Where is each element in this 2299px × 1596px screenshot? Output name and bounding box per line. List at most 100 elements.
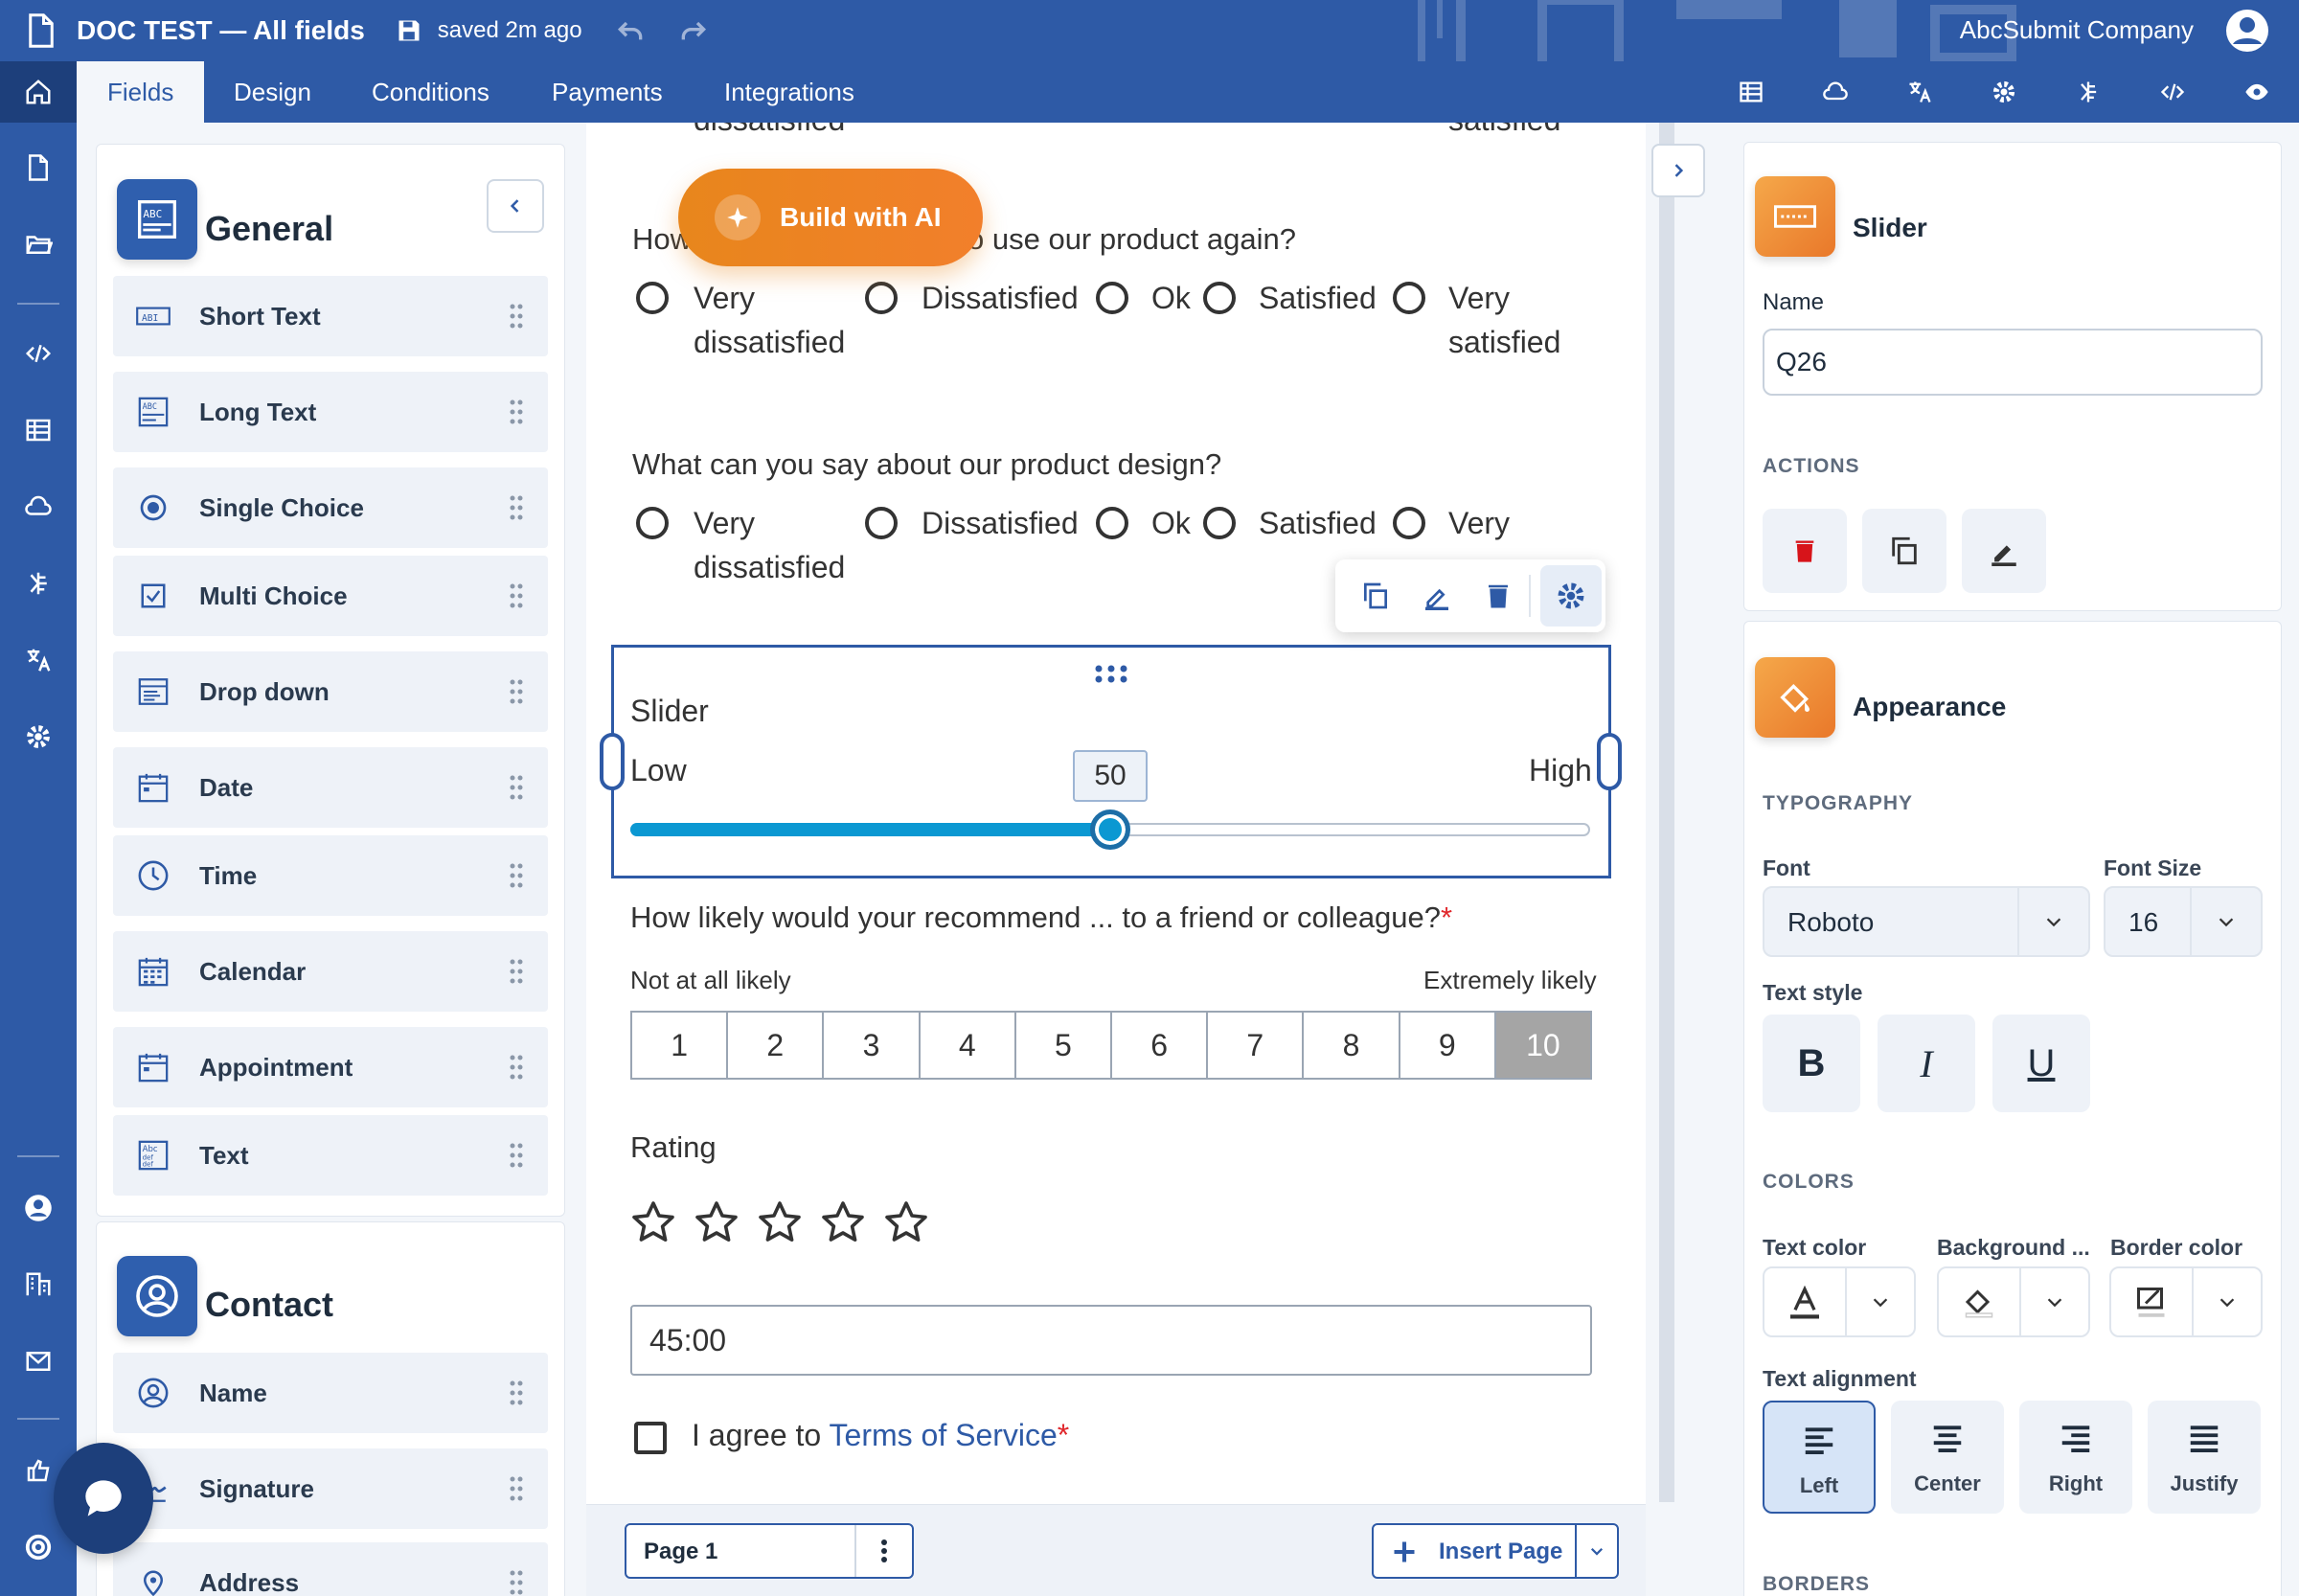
- field-item-text[interactable]: Abc def def Text: [113, 1115, 548, 1196]
- tab-integrations[interactable]: Integrations: [694, 61, 885, 123]
- chat-support-button[interactable]: [54, 1443, 153, 1554]
- field-item-time[interactable]: Time: [113, 835, 548, 916]
- form-title[interactable]: DOC TEST — All fields: [77, 15, 365, 46]
- drag-handle-icon[interactable]: [1094, 664, 1128, 685]
- nps-option-2[interactable]: 2: [728, 1013, 825, 1078]
- cloud-storage-icon[interactable]: [0, 483, 77, 531]
- canvas-scrollbar[interactable]: [1659, 123, 1674, 1502]
- field-item-calendar[interactable]: Calendar: [113, 931, 548, 1012]
- user-avatar-icon[interactable]: [2224, 8, 2270, 54]
- rating-star-4[interactable]: [820, 1199, 866, 1245]
- undo-icon[interactable]: [615, 15, 646, 46]
- underline-button[interactable]: U: [1992, 1015, 2090, 1112]
- drag-grip-icon[interactable]: [510, 1570, 523, 1595]
- rating-star-1[interactable]: [630, 1199, 676, 1245]
- align-justify-button[interactable]: Justify: [2148, 1401, 2261, 1514]
- organization-icon[interactable]: [0, 1261, 77, 1309]
- radio-q2-ok[interactable]: [1096, 507, 1128, 539]
- drag-grip-icon[interactable]: [510, 495, 523, 520]
- nps-option-1[interactable]: 1: [632, 1013, 729, 1078]
- field-item-multi-choice[interactable]: Multi Choice: [113, 556, 548, 636]
- italic-button[interactable]: I: [1878, 1015, 1975, 1112]
- collapse-panel-button[interactable]: [487, 179, 544, 233]
- language-icon[interactable]: [0, 636, 77, 684]
- slider-thumb[interactable]: [1090, 809, 1130, 850]
- field-item-name[interactable]: Name: [113, 1353, 548, 1433]
- nps-option-10[interactable]: 10: [1495, 1013, 1591, 1078]
- font-select[interactable]: Roboto: [1763, 886, 2090, 957]
- delete-icon[interactable]: [1468, 565, 1529, 627]
- flow-icon[interactable]: [2046, 61, 2130, 123]
- cloud-icon[interactable]: [1793, 61, 1878, 123]
- nps-option-8[interactable]: 8: [1304, 1013, 1400, 1078]
- radio-q1-dissatisfied[interactable]: [865, 282, 898, 314]
- expand-panel-button[interactable]: [1651, 144, 1705, 197]
- duplicate-element-button[interactable]: [1862, 509, 1946, 593]
- drag-grip-icon[interactable]: [510, 959, 523, 984]
- drag-grip-icon[interactable]: [510, 583, 523, 608]
- nps-option-7[interactable]: 7: [1208, 1013, 1305, 1078]
- resize-handle-right[interactable]: [1597, 733, 1622, 790]
- element-settings-icon[interactable]: [1540, 565, 1602, 627]
- home-button[interactable]: [0, 61, 77, 123]
- border-color-picker[interactable]: [2109, 1266, 2263, 1337]
- terms-link[interactable]: Terms of Service: [830, 1418, 1058, 1452]
- code-icon[interactable]: [0, 330, 77, 377]
- rating-star-3[interactable]: [757, 1199, 803, 1245]
- nps-option-3[interactable]: 3: [824, 1013, 921, 1078]
- field-item-single-choice[interactable]: Single Choice: [113, 467, 548, 548]
- radio-q1-satisfied[interactable]: [1203, 282, 1236, 314]
- bold-button[interactable]: B: [1763, 1015, 1860, 1112]
- nps-option-5[interactable]: 5: [1016, 1013, 1113, 1078]
- drag-grip-icon[interactable]: [510, 399, 523, 424]
- duplicate-icon[interactable]: [1345, 565, 1406, 627]
- align-center-button[interactable]: Center: [1891, 1401, 2004, 1514]
- radio-q2-very-dissatisfied[interactable]: [636, 507, 669, 539]
- tab-fields[interactable]: Fields: [77, 61, 205, 123]
- drag-grip-icon[interactable]: [510, 1380, 523, 1405]
- insert-page-button[interactable]: Insert Page: [1372, 1523, 1619, 1579]
- radio-q2-dissatisfied[interactable]: [865, 507, 898, 539]
- radio-q2-very[interactable]: [1393, 507, 1425, 539]
- mail-icon[interactable]: [0, 1337, 77, 1385]
- account-icon[interactable]: [0, 1184, 77, 1232]
- gear-icon[interactable]: [0, 713, 77, 761]
- terms-checkbox[interactable]: [634, 1422, 667, 1454]
- open-folder-icon[interactable]: [0, 220, 77, 268]
- font-size-select[interactable]: 16: [2104, 886, 2263, 957]
- field-item-drop-down[interactable]: Drop down: [113, 651, 548, 732]
- nps-option-6[interactable]: 6: [1112, 1013, 1209, 1078]
- background-color-picker[interactable]: [1937, 1266, 2090, 1337]
- drag-grip-icon[interactable]: [510, 863, 523, 888]
- align-right-button[interactable]: Right: [2019, 1401, 2132, 1514]
- embed-code-icon[interactable]: [2130, 61, 2215, 123]
- radio-q1-ok[interactable]: [1096, 282, 1128, 314]
- radio-q1-very-satisfied[interactable]: [1393, 282, 1425, 314]
- drag-grip-icon[interactable]: [510, 679, 523, 704]
- field-item-appointment[interactable]: Appointment: [113, 1027, 548, 1107]
- company-name[interactable]: AbcSubmit Company: [1960, 15, 2194, 45]
- flow-rail-icon[interactable]: [0, 559, 77, 607]
- field-item-date[interactable]: Date: [113, 747, 548, 828]
- align-left-button[interactable]: Left: [1763, 1401, 1876, 1514]
- page-menu-icon[interactable]: [854, 1525, 912, 1577]
- text-color-picker[interactable]: [1763, 1266, 1916, 1337]
- time-input[interactable]: 45:00: [630, 1305, 1592, 1376]
- drag-grip-icon[interactable]: [510, 304, 523, 329]
- rating-star-2[interactable]: [694, 1199, 740, 1245]
- edit-pen-icon[interactable]: [1406, 565, 1468, 627]
- field-item-long-text[interactable]: ABC Long Text: [113, 372, 548, 452]
- table-view-icon[interactable]: [1709, 61, 1793, 123]
- field-item-signature[interactable]: Signature: [113, 1448, 548, 1529]
- drag-grip-icon[interactable]: [510, 1055, 523, 1080]
- table-icon[interactable]: [0, 406, 77, 454]
- name-input[interactable]: Q26: [1763, 329, 2263, 396]
- page-tab[interactable]: Page 1: [625, 1523, 914, 1579]
- new-document-icon[interactable]: [0, 144, 77, 192]
- translate-icon[interactable]: [1878, 61, 1962, 123]
- delete-element-button[interactable]: [1763, 509, 1847, 593]
- drag-grip-icon[interactable]: [510, 775, 523, 800]
- radio-q1-very-dissatisfied[interactable]: [636, 282, 669, 314]
- chevron-down-icon[interactable]: [1575, 1525, 1617, 1577]
- preview-eye-icon[interactable]: [2215, 61, 2299, 123]
